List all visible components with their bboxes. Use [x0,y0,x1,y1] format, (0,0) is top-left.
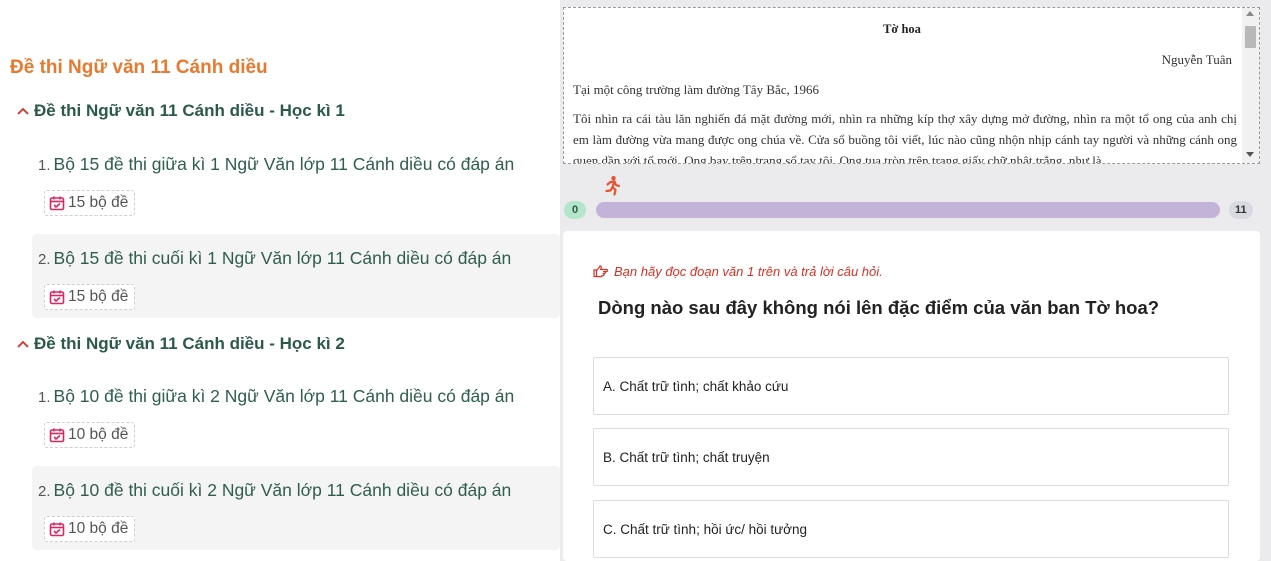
passage-title: Tờ hoa [883,22,921,36]
exam-link[interactable]: 1. Bộ 10 đề thi giữa kì 2 Ngữ Văn lớp 11 … [38,386,514,407]
calendar-check-icon [49,195,65,211]
calendar-check-icon [49,427,65,443]
scroll-down-icon[interactable] [1246,152,1254,157]
calendar-check-icon [49,289,65,305]
answer-option-a[interactable]: A. Chất trữ tình; chất khảo cứu [593,357,1229,415]
progress-bar [596,202,1220,218]
hint-text: Bạn hãy đọc đoạn văn 1 trên và trả lời c… [614,264,883,279]
badge-text: 15 bộ đề [68,288,129,305]
instruction-hint: Bạn hãy đọc đoạn văn 1 trên và trả lời c… [593,264,883,279]
running-person-icon [601,175,623,197]
answer-option-c[interactable]: C. Chất trữ tình; hồi ức/ hồi tưởng [593,500,1229,558]
badge-text: 10 bộ đề [68,520,129,537]
badge-text: 15 bộ đề [68,194,129,211]
count-badge: 15 bộ đề [44,190,136,216]
badge-text: 10 bộ đề [68,426,129,443]
count-badge: 10 bộ đề [44,516,136,542]
passage-location-line: Tại một công trường làm đường Tây Bắc, 1… [573,82,820,97]
passage-scrollbar[interactable] [1242,8,1259,163]
passage-body: Tôi nhìn ra cái tàu lăn nghiến đá mặt đư… [573,111,1237,164]
progress-start-count: 0 [564,201,586,219]
item-title: Bộ 10 đề thi cuối kì 2 Ngữ Văn lớp 11 Cá… [53,480,512,500]
list-item[interactable]: 2. Bộ 15 đề thi cuối kì 1 Ngữ Văn lớp 11 … [32,234,560,318]
progress-fill [596,202,1220,218]
question-card: Bạn hãy đọc đoạn văn 1 trên và trả lời c… [563,231,1260,561]
chevron-up-icon [16,337,30,351]
item-title: Bộ 15 đề thi giữa kì 1 Ngữ Văn lớp 11 Cá… [53,154,515,174]
item-title: Bộ 10 đề thi giữa kì 2 Ngữ Văn lớp 11 Cá… [53,386,515,406]
item-number: 1. [38,157,51,174]
chevron-up-icon [16,104,30,118]
progress-total-count: 11 [1229,201,1253,219]
list-item[interactable]: 2. Bộ 10 đề thi cuối kì 2 Ngữ Văn lớp 11 … [32,466,560,550]
scroll-up-icon[interactable] [1246,11,1254,16]
calendar-check-icon [49,521,65,537]
item-number: 2. [38,251,51,268]
section-header-hk1[interactable]: Đề thi Ngữ văn 11 Cánh diều - Học kì 1 [16,101,345,121]
scroll-thumb[interactable] [1245,26,1256,48]
question-text: Dòng nào sau đây không nói lên đặc điểm … [598,297,1160,318]
exam-link[interactable]: 2. Bộ 10 đề thi cuối kì 2 Ngữ Văn lớp 11 … [38,480,511,501]
pointing-hand-icon [593,265,608,278]
answer-option-b[interactable]: B. Chất trữ tình; chất truyện [593,428,1229,486]
section-label: Đề thi Ngữ văn 11 Cánh diều - Học kì 1 [34,101,345,120]
exam-link[interactable]: 1. Bộ 15 đề thi giữa kì 1 Ngữ Văn lớp 11 … [38,154,514,175]
reading-passage[interactable]: Tờ hoa Nguyễn Tuân Tại một công trường l… [563,7,1260,164]
quiz-panel: Tờ hoa Nguyễn Tuân Tại một công trường l… [560,0,1271,561]
exam-link[interactable]: 2. Bộ 15 đề thi cuối kì 1 Ngữ Văn lớp 11 … [38,248,511,269]
passage-author: Nguyễn Tuân [1161,52,1232,67]
page-title: Đề thi Ngữ văn 11 Cánh diều [10,57,268,78]
list-item[interactable]: 1. Bộ 10 đề thi giữa kì 2 Ngữ Văn lớp 11 … [32,372,560,456]
list-item[interactable]: 1. Bộ 15 đề thi giữa kì 1 Ngữ Văn lớp 11 … [32,140,560,224]
count-badge: 10 bộ đề [44,422,136,448]
section-label: Đề thi Ngữ văn 11 Cánh diều - Học kì 2 [34,334,345,353]
item-title: Bộ 15 đề thi cuối kì 1 Ngữ Văn lớp 11 Cá… [53,248,512,268]
count-badge: 15 bộ đề [44,284,136,310]
item-number: 1. [38,389,51,406]
exam-list-panel: Đề thi Ngữ văn 11 Cánh diều Đề thi Ngữ v… [0,0,560,561]
item-number: 2. [38,483,51,500]
section-header-hk2[interactable]: Đề thi Ngữ văn 11 Cánh diều - Học kì 2 [16,334,345,354]
